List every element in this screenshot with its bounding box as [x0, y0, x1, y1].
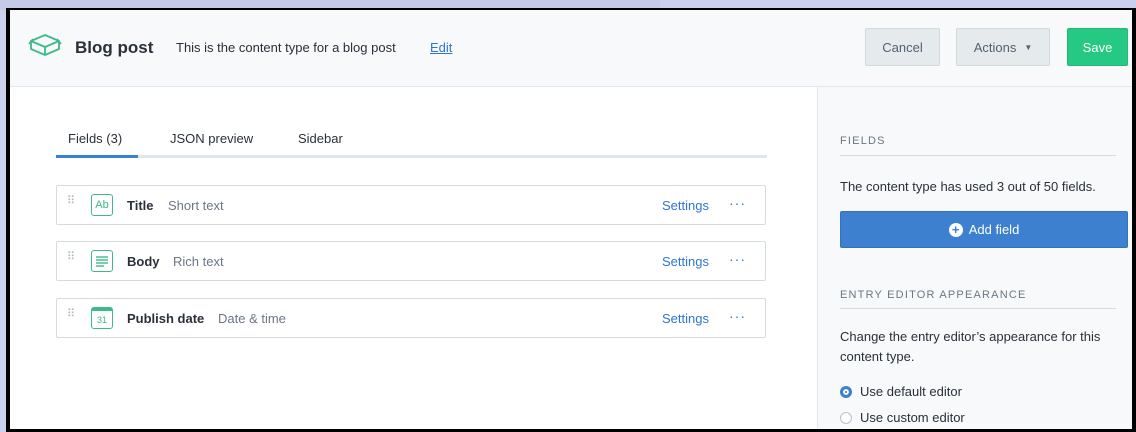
tab-sidebar[interactable]: Sidebar: [298, 131, 343, 146]
tab-json-preview[interactable]: JSON preview: [170, 131, 253, 146]
page-header: Blog post This is the content type for a…: [10, 10, 1132, 87]
divider: [840, 308, 1116, 309]
cancel-button[interactable]: Cancel: [865, 28, 940, 66]
field-name: Publish date: [127, 311, 205, 326]
tab-fields[interactable]: Fields (3): [68, 131, 122, 146]
calendar-icon: 31: [91, 307, 113, 329]
drag-handle-icon[interactable]: ⠿: [67, 309, 75, 320]
fields-heading: FIELDS: [840, 135, 886, 147]
field-row-body[interactable]: ⠿ Body Rich text Settings ···: [56, 241, 766, 281]
edit-description-link[interactable]: Edit: [430, 40, 452, 55]
sidebar: FIELDS The content type has used 3 out o…: [817, 87, 1132, 429]
more-options-icon[interactable]: ···: [729, 251, 746, 267]
field-row-title[interactable]: ⠿ Ab Title Short text Settings ···: [56, 185, 766, 225]
plus-circle-icon: +: [948, 222, 963, 237]
content-type-editor: Blog post This is the content type for a…: [10, 10, 1132, 429]
field-name: Body: [127, 254, 160, 269]
divider: [840, 155, 1116, 156]
field-type: Rich text: [173, 254, 224, 269]
default-editor-option[interactable]: Use default editor: [840, 384, 962, 399]
appearance-description: Change the entry editor’s appearance for…: [840, 329, 1101, 364]
tab-bar: Fields (3) JSON preview Sidebar: [56, 115, 767, 158]
field-settings-link[interactable]: Settings: [662, 198, 709, 213]
window-frame: Blog post This is the content type for a…: [6, 8, 1136, 432]
field-row-publish-date[interactable]: ⠿ 31 Publish date Date & time Settings ·…: [56, 298, 766, 338]
radio-selected[interactable]: [840, 385, 852, 398]
field-name: Title: [127, 198, 154, 213]
radio-unselected[interactable]: [840, 411, 852, 424]
actions-button-label: Actions: [973, 39, 1017, 55]
field-settings-link[interactable]: Settings: [662, 254, 709, 269]
caret-down-icon: ▼: [1024, 42, 1033, 52]
save-button-label: Save: [1082, 39, 1113, 55]
cancel-button-label: Cancel: [882, 39, 923, 55]
custom-editor-option[interactable]: Use custom editor: [840, 410, 965, 425]
add-field-label: Add field: [968, 222, 1020, 237]
more-options-icon[interactable]: ···: [729, 195, 746, 211]
content-type-name: Blog post: [75, 38, 154, 57]
field-type: Short text: [168, 198, 224, 213]
short-text-icon: Ab: [91, 194, 113, 216]
drag-handle-icon[interactable]: ⠿: [67, 252, 75, 263]
add-field-button[interactable]: + Add field: [840, 211, 1128, 248]
field-settings-link[interactable]: Settings: [662, 311, 709, 326]
appearance-heading: ENTRY EDITOR APPEARANCE: [840, 289, 1027, 301]
save-button[interactable]: Save: [1067, 28, 1128, 66]
option-label: Use default editor: [860, 384, 962, 399]
content-type-icon: [28, 34, 62, 56]
fields-usage-text: The content type has used 3 out of 50 fi…: [840, 179, 1096, 194]
active-tab-indicator: [56, 155, 138, 158]
more-options-icon[interactable]: ···: [729, 308, 746, 324]
fields-panel: Fields (3) JSON preview Sidebar ⠿ Ab Tit…: [10, 87, 817, 429]
rich-text-icon: [91, 250, 113, 272]
option-label: Use custom editor: [860, 410, 965, 425]
actions-dropdown-button[interactable]: Actions ▼: [956, 28, 1050, 66]
drag-handle-icon[interactable]: ⠿: [67, 196, 75, 207]
field-type: Date & time: [218, 311, 286, 326]
content-type-description: This is the content type for a blog post: [176, 40, 396, 55]
